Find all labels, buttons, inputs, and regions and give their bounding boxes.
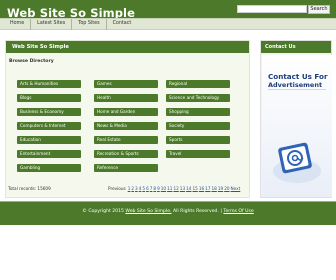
search-button[interactable]: Search — [308, 5, 330, 14]
pager-page-link[interactable]: 7 — [150, 186, 153, 191]
footer-rights: All Rights Reserved. | — [172, 209, 222, 214]
nav-item-top-sites[interactable]: Top Sites — [72, 19, 107, 30]
category-link[interactable]: Entertainment — [17, 150, 81, 158]
pager-page-link[interactable]: 20 — [224, 186, 229, 191]
category-link[interactable]: Games — [94, 80, 158, 88]
pager-page-link[interactable]: 18 — [212, 186, 217, 191]
pager-page-link[interactable]: 3 — [135, 186, 138, 191]
category-link[interactable]: Home and Garden — [94, 108, 158, 116]
category-link[interactable]: Health — [94, 94, 158, 102]
category-link[interactable]: Gambling — [17, 164, 81, 172]
email-at-icon — [273, 142, 321, 183]
main-nav: Home Latest Sites Top Sites Contact — [0, 18, 336, 30]
pager-page-link[interactable]: 11 — [167, 186, 172, 191]
pagination: Previous 1234567891011121314151617181920N… — [108, 186, 241, 191]
pager-next[interactable]: Next — [231, 186, 241, 191]
ad-heading: Contact Us For — [268, 72, 328, 81]
category-link[interactable]: Science and Technology — [166, 94, 230, 102]
footer-text: © Copyright 2015 Web Site So Simple. All… — [0, 209, 336, 214]
pager-page-link[interactable]: 16 — [199, 186, 204, 191]
pager-page-link[interactable]: 2 — [131, 186, 134, 191]
total-records: Total records: 15609 — [8, 186, 51, 191]
nav-item-home[interactable]: Home — [4, 19, 32, 30]
category-link[interactable]: Computers & Internet — [17, 122, 81, 130]
category-link[interactable]: News & Media — [94, 122, 158, 130]
pager-page-link[interactable]: 13 — [180, 186, 185, 191]
category-link[interactable]: Sports — [166, 136, 230, 144]
pager-page-link[interactable]: 14 — [186, 186, 191, 191]
section-title: Browse Directory — [9, 59, 54, 64]
pager-page-link[interactable]: 9 — [157, 186, 160, 191]
ad-subheading: Advertisement — [268, 81, 323, 89]
pager-page-link[interactable]: 19 — [218, 186, 223, 191]
pager-page-link[interactable]: 6 — [146, 186, 149, 191]
pager-page-link[interactable]: 4 — [139, 186, 142, 191]
pager-page-link[interactable]: 15 — [192, 186, 197, 191]
pager-page-link[interactable]: 5 — [142, 186, 145, 191]
category-link[interactable]: Arts & Humanities — [17, 80, 81, 88]
category-link[interactable]: Recreation & Sports — [94, 150, 158, 158]
pager-page-link[interactable]: 8 — [153, 186, 156, 191]
category-link[interactable]: Real Estate — [94, 136, 158, 144]
ad-divider — [268, 89, 326, 90]
footer-terms-link[interactable]: Terms Of Use — [223, 209, 253, 214]
footer-site-link[interactable]: Web Site So Simple. — [125, 209, 171, 214]
category-link[interactable]: Business & Economy — [17, 108, 81, 116]
advertisement-banner[interactable]: Contact Us For Advertisement — [262, 55, 332, 197]
panel-title: Web Site So Simple — [6, 41, 249, 53]
pager-previous: Previous — [108, 186, 126, 191]
category-link[interactable]: Shopping — [166, 108, 230, 116]
category-link[interactable]: Regional — [166, 80, 230, 88]
pager-page-link[interactable]: 12 — [173, 186, 178, 191]
directory-panel: Web Site So Simple Browse Directory Arts… — [5, 40, 250, 198]
search-input[interactable] — [237, 5, 307, 13]
category-link[interactable]: Education — [17, 136, 81, 144]
nav-list: Home Latest Sites Top Sites Contact — [4, 19, 137, 30]
nav-item-latest-sites[interactable]: Latest Sites — [31, 19, 73, 30]
category-link[interactable]: Travel — [166, 150, 230, 158]
pager-page-link[interactable]: 17 — [205, 186, 210, 191]
category-link[interactable]: Reference — [94, 164, 158, 172]
pager-page-link[interactable]: 10 — [161, 186, 166, 191]
footer-bar: © Copyright 2015 Web Site So Simple. All… — [0, 202, 336, 225]
sidebar-title: Contact Us — [261, 41, 331, 53]
category-link[interactable]: Blogs — [17, 94, 81, 102]
pager-page-link[interactable]: 1 — [128, 186, 131, 191]
pager-pages: 1234567891011121314151617181920 — [128, 186, 231, 191]
nav-item-contact[interactable]: Contact — [107, 19, 138, 30]
sidebar-panel: Contact Us Contact Us For Advertisement — [260, 40, 332, 198]
category-link[interactable]: Society — [166, 122, 230, 130]
footer-copyright: © Copyright 2015 — [82, 209, 124, 214]
